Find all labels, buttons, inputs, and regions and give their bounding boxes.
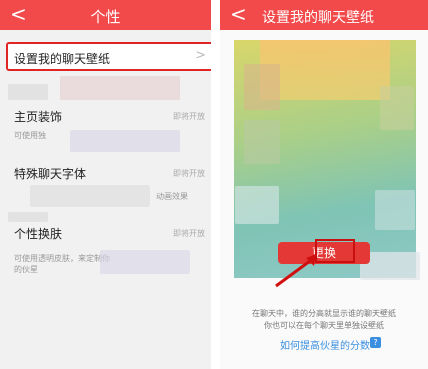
item-desc: 可使用独 [14,131,46,140]
blurred-region [70,130,180,152]
pointer-arrow-icon [275,254,316,288]
top-bar: < 个性 [0,0,211,30]
coming-soon-badge: 即将开放 [173,169,205,178]
coming-soon-badge: 即将开放 [173,229,205,238]
personalization-panel: < 个性 设置我的聊天壁纸 > 主页装饰 即将开放 可使用独 特殊聊天字体 即将… [0,0,214,369]
blurred-region [30,185,150,207]
item-name: 主页装饰 [14,110,63,124]
tip-line-1: 在聊天中，谁的分高就显示谁的聊天壁纸 [252,309,396,318]
page-title: 个性 [90,8,121,26]
chevron-right-icon: > [195,48,206,63]
tip-line-2: 你也可以在每个聊天里单独设壁纸 [264,321,384,330]
score-help-link[interactable]: 如何提高伙星的分数 [280,337,370,352]
blurred-bubble [244,64,280,110]
set-chat-wallpaper-label: 设置我的聊天壁纸 [14,52,111,66]
blurred-region [8,212,48,222]
set-chat-wallpaper-item[interactable]: 设置我的聊天壁纸 > [6,42,211,71]
item-name: 特殊聊天字体 [14,167,87,181]
blurred-bubble [235,186,279,224]
question-icon[interactable]: ? [370,337,381,348]
blurred-region [100,250,190,274]
blurred-bubble [380,86,414,130]
item-desc: 可使用透明皮肤，来定制你的伙星 [14,254,110,274]
item-name: 个性换肤 [14,227,63,241]
back-icon[interactable]: < [230,3,247,25]
top-bar: < 设置我的聊天壁纸 [220,0,428,30]
coming-soon-badge: 即将开放 [173,112,205,121]
chat-wallpaper-panel: < 设置我的聊天壁纸 更换 在聊天中，谁的分高就显示谁的聊天壁纸 你也可以在每个… [220,0,428,369]
blurred-bubble [244,120,280,164]
page-title: 设置我的聊天壁纸 [262,10,374,26]
blurred-bubble [375,190,415,230]
blurred-region [60,76,180,100]
blurred-region [8,84,48,100]
item-desc: 动画效果 [156,192,188,201]
